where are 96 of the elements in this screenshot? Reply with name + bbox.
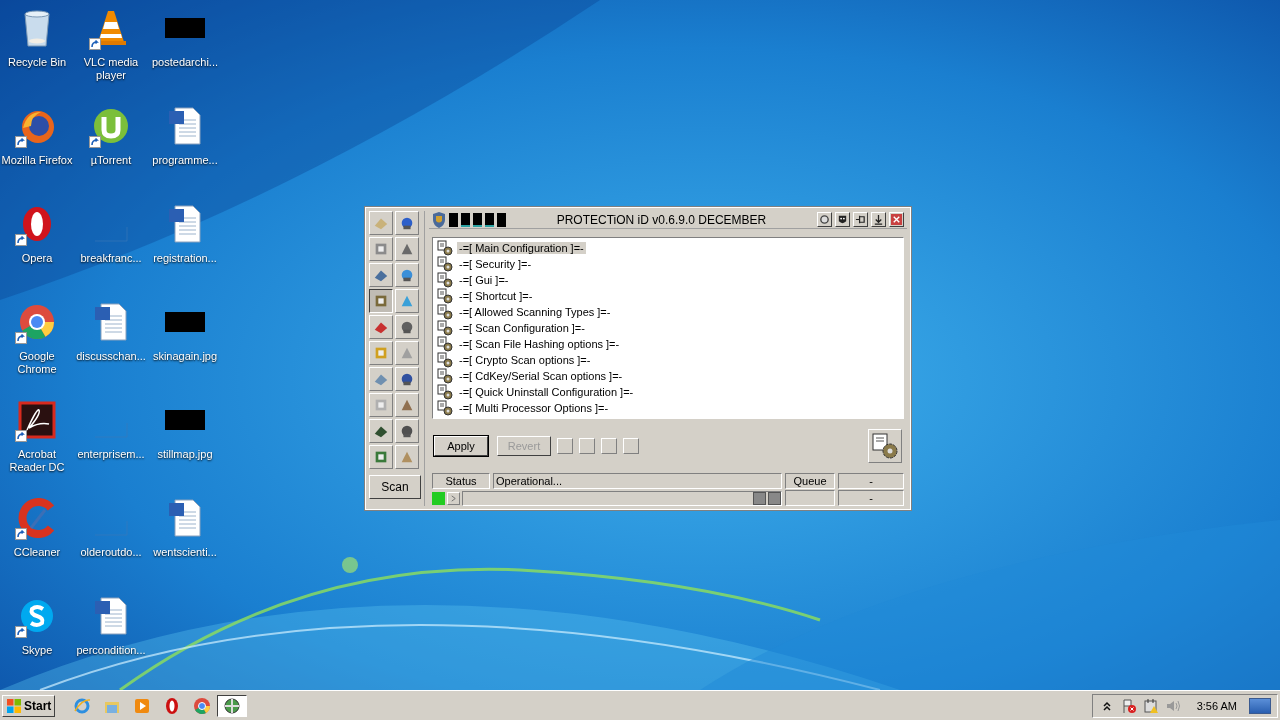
blank-button[interactable] xyxy=(579,438,595,454)
status-cell: - xyxy=(838,490,904,506)
status-label: Status xyxy=(432,473,490,489)
config-section-item[interactable]: -=[ Shortcut ]=- xyxy=(457,290,535,302)
ccleaner-icon xyxy=(17,498,57,538)
tool-icon xyxy=(373,293,389,309)
config-icon xyxy=(437,368,453,384)
desktop-icon-label[interactable]: Opera xyxy=(21,252,53,265)
config-icon xyxy=(437,400,453,416)
title-bar-button[interactable] xyxy=(871,212,886,227)
config-section-item[interactable]: -=[ Quick Uninstall Configuration ]=- xyxy=(457,386,636,398)
title-bar-button[interactable] xyxy=(889,212,904,227)
config-icon xyxy=(437,240,453,256)
config-section-item[interactable]: -=[ Crypto Scan options ]=- xyxy=(457,354,593,366)
pdf-reader-icon xyxy=(17,400,57,440)
pin-icon xyxy=(855,214,866,225)
desktop-icon-label[interactable]: skinagain.jpg xyxy=(152,350,218,363)
config-section-item[interactable]: -=[ Allowed Scanning Types ]=- xyxy=(457,306,613,318)
config-button[interactable] xyxy=(868,429,902,463)
desktop-icon-label[interactable]: VLC media player xyxy=(74,56,148,82)
desktop-icon-label[interactable]: wentscienti... xyxy=(153,546,217,559)
desktop-icon-label[interactable]: Mozilla Firefox xyxy=(1,154,73,167)
config-icon xyxy=(437,336,453,352)
chrome-icon xyxy=(193,696,212,715)
tool-icon xyxy=(373,449,389,465)
close-icon xyxy=(891,214,902,225)
config-section-item[interactable]: -=[ Multi Processor Options ]=- xyxy=(457,402,611,414)
clock[interactable]: 3:56 AM xyxy=(1196,699,1237,712)
chrome-icon xyxy=(17,302,57,342)
desktop-icon-label[interactable]: registration... xyxy=(153,252,217,265)
taskbar-app-button[interactable] xyxy=(217,694,248,717)
desktop-icon-label[interactable]: programme... xyxy=(152,154,218,167)
blank-button[interactable] xyxy=(601,438,617,454)
toolbar-button[interactable] xyxy=(369,289,393,313)
utorrent-icon xyxy=(91,106,131,146)
desktop-icon-label[interactable]: enterprisem... xyxy=(77,448,145,461)
config-icon xyxy=(437,272,453,288)
config-icon xyxy=(437,304,453,320)
queue-value: - xyxy=(838,473,904,489)
desktop-icon-label[interactable]: µTorrent xyxy=(90,154,132,167)
config-section-item[interactable]: -=[ CdKey/Serial Scan options ]=- xyxy=(457,370,625,382)
internet-explorer-icon xyxy=(73,696,92,715)
window-title: PROTECTiON iD v0.6.9.0 DECEMBER xyxy=(555,212,768,227)
tool-icon xyxy=(373,241,389,257)
flag-warning-icon[interactable] xyxy=(1120,697,1137,714)
search-icon xyxy=(819,214,830,225)
action-button[interactable]: Apply xyxy=(434,436,488,456)
status-value: Operational... xyxy=(493,473,782,489)
config-section-item[interactable]: -=[ Gui ]=- xyxy=(457,274,511,286)
config-icon xyxy=(437,256,453,272)
desktop-icon-label[interactable]: olderoutdo... xyxy=(80,546,142,559)
expand-button[interactable] xyxy=(447,491,460,505)
config-section-item[interactable]: -=[ Scan File Hashing options ]=- xyxy=(457,338,622,350)
tool-icon xyxy=(373,345,389,361)
mask-icon xyxy=(837,214,848,225)
desktop-icon-label[interactable]: Recycle Bin xyxy=(7,56,67,69)
desktop-icon-label[interactable]: Acrobat Reader DC xyxy=(0,448,74,474)
config-section-item[interactable]: -=[ Security ]=- xyxy=(457,258,534,270)
desktop-icon-label[interactable]: stillmap.jpg xyxy=(157,448,213,461)
start-button[interactable]: Start xyxy=(2,694,56,717)
tool-icon xyxy=(399,215,415,231)
desktop-icon-label[interactable]: Skype xyxy=(21,644,53,657)
desktop-icon-label[interactable]: postedarchi... xyxy=(151,56,218,69)
config-icon xyxy=(437,384,453,400)
queue-label: Queue xyxy=(785,473,835,489)
down-arrow-icon xyxy=(873,214,884,225)
media-player-icon xyxy=(133,696,152,715)
tool-icon xyxy=(399,423,415,439)
title-bar-button[interactable] xyxy=(835,212,850,227)
shield-icon xyxy=(432,211,446,228)
show-desktop-button[interactable] xyxy=(1249,697,1271,714)
desktop-icon-label[interactable]: percondition... xyxy=(76,644,146,657)
blank-button[interactable] xyxy=(623,438,639,454)
desktop-icon-label[interactable]: CCleaner xyxy=(13,546,61,559)
gear-document-icon xyxy=(871,432,899,460)
windows-logo-icon xyxy=(6,697,22,714)
desktop-icon-label[interactable]: discusschan... xyxy=(76,350,146,363)
tool-icon xyxy=(399,319,415,335)
tool-icon xyxy=(399,267,415,283)
config-section-item[interactable]: -=[ Scan Configuration ]=- xyxy=(457,322,587,334)
desktop-icon-label[interactable]: breakfranc... xyxy=(80,252,142,265)
blank-button[interactable] xyxy=(557,438,573,454)
config-icon xyxy=(437,352,453,368)
tool-icon xyxy=(399,371,415,387)
tool-icon xyxy=(373,397,389,413)
desktop-icon-label[interactable]: Google Chrome xyxy=(0,350,74,376)
config-section-item[interactable]: -=[ Main Configuration ]=- xyxy=(457,242,586,254)
status-cell xyxy=(785,490,835,506)
title-bar-button[interactable] xyxy=(817,212,832,227)
chevron-right-icon xyxy=(450,494,457,502)
power-warning-icon[interactable] xyxy=(1142,697,1159,714)
disc-icon xyxy=(223,696,242,715)
config-icon xyxy=(437,288,453,304)
scan-button[interactable]: Scan xyxy=(369,475,421,499)
title-bar-button[interactable] xyxy=(853,212,868,227)
config-icon xyxy=(437,320,453,336)
